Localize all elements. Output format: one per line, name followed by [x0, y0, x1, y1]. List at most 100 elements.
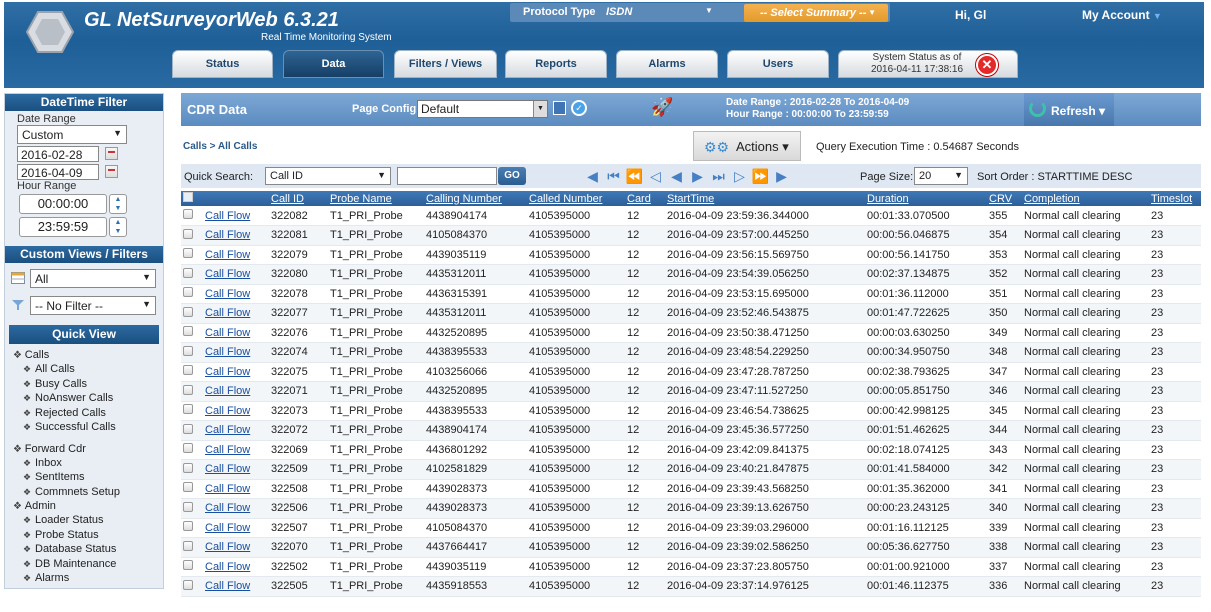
column-header-timeslot[interactable]: Timeslot: [1149, 191, 1201, 206]
call-flow-link[interactable]: Call Flow: [205, 249, 250, 261]
start-date-field[interactable]: 2016-02-28: [17, 145, 99, 162]
column-header-call-id[interactable]: Call ID: [269, 191, 328, 206]
breadcrumb[interactable]: Calls > All Calls: [183, 141, 257, 152]
end-time-field[interactable]: 23:59:59: [19, 216, 107, 237]
tab-reports[interactable]: Reports: [505, 50, 607, 78]
row-checkbox[interactable]: [183, 501, 193, 512]
rocket-icon[interactable]: 🚀: [651, 97, 673, 118]
select-all-checkbox[interactable]: [183, 192, 193, 202]
tab-alarms[interactable]: Alarms: [616, 50, 718, 78]
actions-button[interactable]: ⚙⚙ Actions ▾: [693, 131, 801, 161]
view-select[interactable]: All ▼: [30, 268, 156, 288]
tab-users[interactable]: Users: [727, 50, 829, 78]
table-row[interactable]: Call Flow 322078 T1_PRI_Probe 4436315391 410…: [181, 284, 1201, 304]
apply-check-icon[interactable]: ✓: [571, 100, 587, 116]
tab-filters-views[interactable]: Filters / Views: [394, 50, 497, 78]
next-block-icon[interactable]: ⏩: [751, 166, 770, 186]
table-row[interactable]: Call Flow 322072 T1_PRI_Probe 4438904174 410…: [181, 420, 1201, 441]
row-checkbox[interactable]: [183, 209, 193, 219]
column-header-calling-number[interactable]: Calling Number: [424, 191, 527, 206]
table-row[interactable]: Call Flow 322505 T1_PRI_Probe 4435918553 410…: [181, 576, 1201, 597]
next-5-icon[interactable]: ⏭: [709, 166, 728, 186]
call-flow-link[interactable]: Call Flow: [205, 444, 250, 456]
table-row[interactable]: Call Flow 322508 T1_PRI_Probe 4439028373 410…: [181, 479, 1201, 499]
table-row[interactable]: Call Flow 322076 T1_PRI_Probe 4432520895 410…: [181, 323, 1201, 343]
row-checkbox[interactable]: [183, 404, 193, 415]
column-header-card[interactable]: Card: [625, 191, 665, 206]
refresh-button[interactable]: Refresh ▾: [1024, 93, 1114, 126]
table-row[interactable]: Call Flow 322075 T1_PRI_Probe 4103256066 410…: [181, 362, 1201, 382]
quick-search-input[interactable]: [397, 167, 497, 185]
quick-view-alarms[interactable]: Alarms: [5, 571, 163, 586]
column-header-completion[interactable]: Completion: [1022, 191, 1149, 206]
go-button[interactable]: GO: [498, 167, 526, 185]
status-error-icon[interactable]: ✕: [976, 54, 998, 76]
call-flow-link[interactable]: Call Flow: [205, 385, 250, 397]
table-row[interactable]: Call Flow 322080 T1_PRI_Probe 4435312011 410…: [181, 264, 1201, 285]
quick-view-probe-status[interactable]: Probe Status: [5, 528, 163, 543]
table-row[interactable]: Call Flow 322074 T1_PRI_Probe 4438395533 410…: [181, 342, 1201, 363]
tab-status[interactable]: Status: [172, 50, 273, 78]
quick-view-rejected-calls[interactable]: Rejected Calls: [5, 406, 163, 421]
table-row[interactable]: Call Flow 322509 T1_PRI_Probe 4102581829 410…: [181, 459, 1201, 480]
row-checkbox[interactable]: [183, 326, 193, 337]
last-page-icon[interactable]: ▶: [772, 166, 791, 186]
call-flow-link[interactable]: Call Flow: [205, 541, 250, 553]
save-icon[interactable]: [553, 101, 566, 115]
time-spinner-icon[interactable]: ▲ ▼: [109, 216, 127, 237]
row-checkbox[interactable]: [183, 228, 193, 239]
calendar-icon[interactable]: [105, 147, 118, 160]
quick-view-group-calls[interactable]: Calls: [5, 348, 163, 362]
column-header-crv[interactable]: CRV: [987, 191, 1022, 206]
call-flow-link[interactable]: Call Flow: [205, 366, 250, 378]
quick-view-successful-calls[interactable]: Successful Calls: [5, 420, 163, 435]
prev-10-icon[interactable]: ⏪: [625, 166, 644, 186]
column-header-starttime[interactable]: StartTime: [665, 191, 865, 206]
quick-view-group-forward-cdr[interactable]: Forward Cdr: [5, 442, 163, 456]
page-config-select[interactable]: Default ▼: [417, 100, 548, 118]
protocol-type-select[interactable]: ISDN: [606, 6, 632, 18]
column-header-duration[interactable]: Duration: [865, 191, 987, 206]
next-page-icon[interactable]: ▶: [688, 166, 707, 186]
quick-search-field-select[interactable]: Call ID ▼: [265, 167, 391, 185]
end-date-field[interactable]: 2016-04-09: [17, 163, 99, 180]
chevron-down-icon[interactable]: ▼: [705, 6, 713, 15]
table-row[interactable]: Call Flow 322081 T1_PRI_Probe 4105084370 410…: [181, 225, 1201, 246]
quick-view-comments-setup[interactable]: Commnets Setup: [5, 485, 163, 500]
quick-view-all-calls[interactable]: All Calls: [5, 362, 163, 377]
call-flow-link[interactable]: Call Flow: [205, 561, 250, 573]
select-all-header[interactable]: [181, 191, 203, 206]
call-flow-link[interactable]: Call Flow: [205, 463, 250, 475]
row-checkbox[interactable]: [183, 423, 193, 434]
first-page-icon[interactable]: ◀: [583, 166, 602, 186]
calendar-icon[interactable]: [105, 165, 118, 178]
call-flow-link[interactable]: Call Flow: [205, 288, 250, 300]
my-account-menu[interactable]: My Account ▼: [1082, 8, 1162, 22]
table-row[interactable]: Call Flow 322507 T1_PRI_Probe 4105084370 410…: [181, 518, 1201, 538]
quick-view-busy-calls[interactable]: Busy Calls: [5, 377, 163, 392]
table-row[interactable]: Call Flow 322069 T1_PRI_Probe 4436801292 410…: [181, 440, 1201, 460]
tab-data[interactable]: Data: [283, 50, 384, 78]
call-flow-link[interactable]: Call Flow: [205, 405, 250, 417]
quick-view-sentitems[interactable]: SentItems: [5, 470, 163, 485]
quick-view-inbox[interactable]: Inbox: [5, 456, 163, 471]
row-checkbox[interactable]: [183, 521, 193, 532]
column-header-called-number[interactable]: Called Number: [527, 191, 625, 206]
row-checkbox[interactable]: [183, 540, 193, 551]
table-row[interactable]: Call Flow 322077 T1_PRI_Probe 4435312011 410…: [181, 303, 1201, 324]
call-flow-link[interactable]: Call Flow: [205, 502, 250, 514]
page-size-select[interactable]: 20 ▼: [914, 167, 968, 185]
call-flow-link[interactable]: Call Flow: [205, 522, 250, 534]
row-checkbox[interactable]: [183, 482, 193, 493]
row-checkbox[interactable]: [183, 579, 193, 590]
row-checkbox[interactable]: [183, 560, 193, 571]
row-checkbox[interactable]: [183, 462, 193, 473]
row-checkbox[interactable]: [183, 287, 193, 298]
call-flow-link[interactable]: Call Flow: [205, 580, 250, 592]
quick-view-db-maintenance[interactable]: DB Maintenance: [5, 557, 163, 572]
start-time-field[interactable]: 00:00:00: [19, 193, 107, 214]
quick-view-noanswer-calls[interactable]: NoAnswer Calls: [5, 391, 163, 406]
date-range-select[interactable]: Custom ▼: [17, 125, 127, 144]
quick-view-group-admin[interactable]: Admin: [5, 499, 163, 513]
prev-block-icon[interactable]: ⏮: [604, 166, 623, 186]
